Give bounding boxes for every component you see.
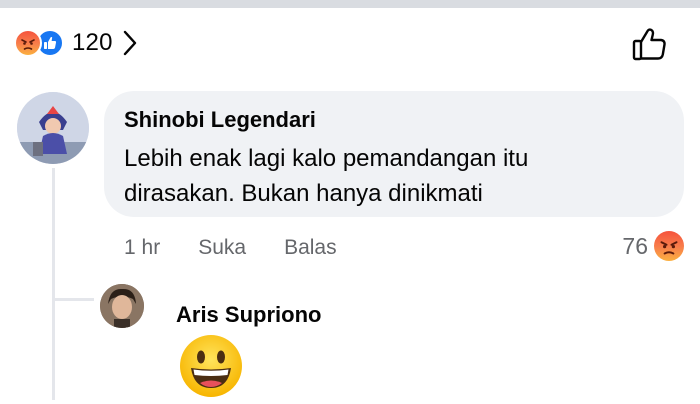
angry-icon (654, 231, 684, 261)
avatar[interactable] (17, 92, 89, 164)
grinning-face-emoji (178, 333, 244, 399)
thread-line (52, 168, 55, 400)
comment-timestamp[interactable]: 1 hr (124, 236, 160, 260)
comment-text-line: dirasakan. Bukan hanya dinikmati (124, 180, 483, 207)
angry-icon (14, 29, 42, 57)
comment-reaction-count: 76 (622, 232, 648, 259)
like-outline-icon[interactable] (630, 24, 670, 64)
comment-author-name[interactable]: Shinobi Legendari (124, 107, 664, 133)
comment-text: Lebih enak lagi kalo pemandangan itu dir… (124, 141, 644, 211)
reply-author-name[interactable]: Aris Supriono (176, 302, 321, 328)
reply-avatar[interactable] (100, 284, 144, 328)
thread-connector (52, 298, 94, 301)
reaction-count: 120 (72, 29, 113, 56)
comment-text-line: Lebih enak lagi kalo pemandangan itu (124, 145, 529, 172)
comment-bubble: Shinobi Legendari Lebih enak lagi kalo p… (104, 91, 684, 217)
chevron-right-icon[interactable] (123, 30, 137, 56)
top-divider (0, 0, 700, 8)
comment-reaction-summary[interactable]: 76 (622, 230, 684, 262)
like-comment-button[interactable]: Suka (198, 236, 246, 260)
comment-actions: 1 hr Suka Balas (124, 234, 337, 262)
reaction-summary[interactable]: 120 (14, 26, 137, 60)
reply-comment-button[interactable]: Balas (284, 236, 337, 260)
